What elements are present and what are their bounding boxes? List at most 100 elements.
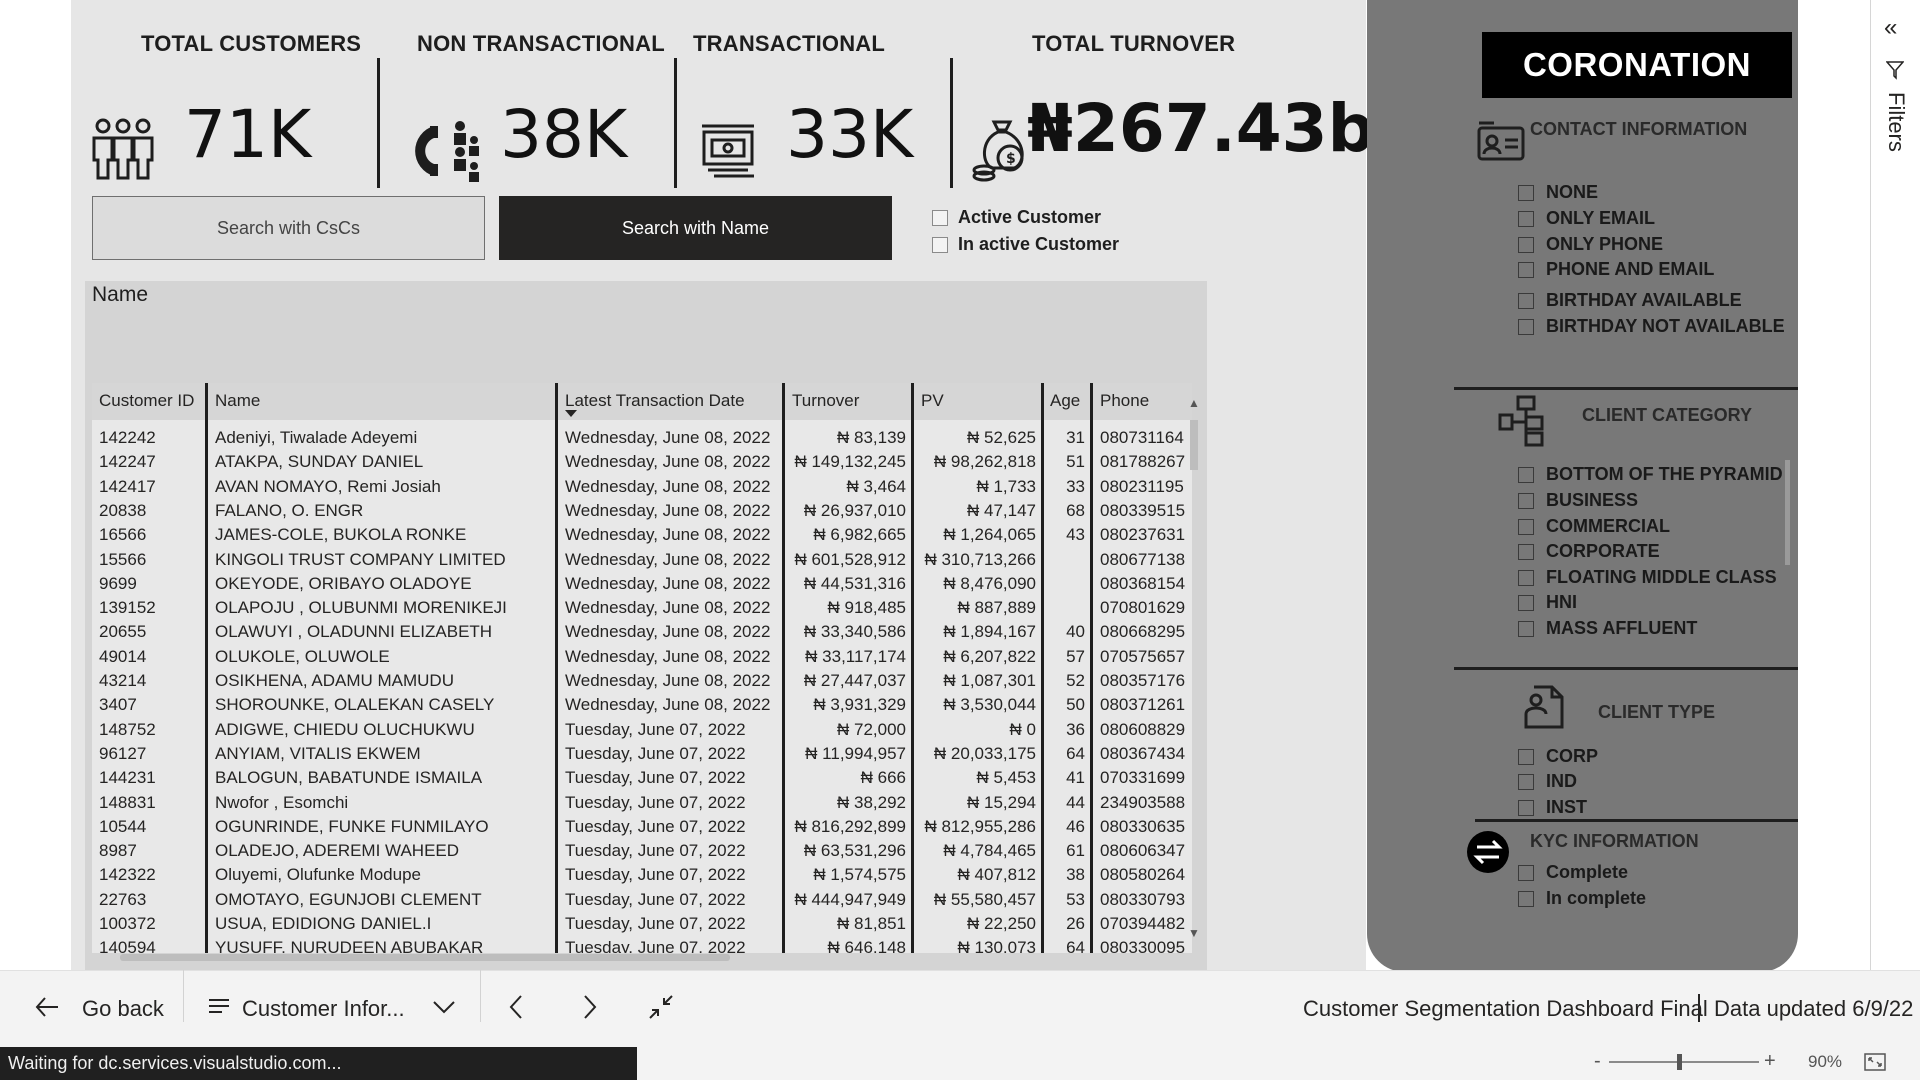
table-row[interactable]: 142247 ATAKPA, SUNDAY DANIEL Wednesday, Ju… [92,450,1192,474]
chevron-down-icon[interactable] [432,1000,456,1014]
zoom-slider-thumb[interactable] [1676,1054,1682,1070]
table-row[interactable]: 148831 Nwofor , Esomchi Tuesday, June 07, … [92,791,1192,815]
table-cell: 20838 [99,500,147,520]
zoom-in-button[interactable]: + [1764,1050,1776,1073]
expand-pane-icon[interactable]: « [1884,14,1897,42]
category-option-floating-middle-class[interactable]: FLOATING MIDDLE CLASS [1518,567,1777,588]
zoom-slider[interactable] [1609,1061,1759,1063]
client-document-icon [1524,685,1564,729]
kpi-divider [377,58,380,188]
active-customer-option[interactable]: Active Customer [932,207,1119,228]
horizontal-scroll-thumb[interactable] [120,954,730,961]
category-scrollbar[interactable] [1785,460,1790,565]
checkbox[interactable] [932,236,948,253]
kpi-non-transactional-value: 38K [500,96,628,173]
checkbox[interactable] [1518,210,1534,227]
table-row[interactable]: 15566 KINGOLI TRUST COMPANY LIMITED Wednes… [92,548,1192,572]
checkbox[interactable] [1518,864,1534,881]
category-option-corporate[interactable]: CORPORATE [1518,541,1660,562]
category-option-mass-affluent[interactable]: MASS AFFLUENT [1518,618,1697,639]
table-row[interactable]: 49014 OLUKOLE, OLUWOLE Wednesday, June 08,… [92,645,1192,669]
page-list-icon[interactable] [208,998,230,1016]
checkbox[interactable] [1518,773,1534,790]
zoom-out-button[interactable]: - [1594,1050,1601,1073]
scroll-up-icon[interactable]: ▲ [1188,396,1200,410]
filters-pane-label[interactable]: Filters [1883,92,1909,152]
table-row[interactable]: 20838 FALANO, O. ENGR Wednesday, June 08, … [92,499,1192,523]
table-row[interactable]: 100372 USUA, EDIDIONG DANIEL.I Tuesday, Ju… [92,912,1192,936]
kyc-option-in-complete[interactable]: In complete [1518,888,1646,909]
table-cell: AVAN NOMAYO, Remi Josiah [215,476,441,496]
table-row[interactable]: 3407 SHOROUNKE, OLALEKAN CASELY Wednesday,… [92,693,1192,717]
category-option-commercial[interactable]: COMMERCIAL [1518,516,1670,537]
table-row[interactable]: 96127 ANYIAM, VITALIS EKWEM Tuesday, June … [92,742,1192,766]
exit-fullscreen-icon[interactable] [648,994,674,1020]
next-page-icon[interactable] [582,994,598,1020]
category-option-hni[interactable]: HNI [1518,592,1577,613]
checkbox[interactable] [1518,492,1534,509]
checkbox[interactable] [1518,236,1534,253]
column-header-age[interactable]: Age [1050,391,1080,411]
inactive-customer-option[interactable]: In active Customer [932,234,1119,255]
checkbox[interactable] [1518,594,1534,611]
table-row[interactable]: 10544 OGUNRINDE, FUNKE FUNMILAYO Tuesday, … [92,815,1192,839]
column-header-name[interactable]: Name [215,391,260,411]
contact-option-only-email[interactable]: ONLY EMAIL [1518,208,1655,229]
previous-page-icon[interactable] [508,994,524,1020]
table-row[interactable]: 139152 OLAPOJU , OLUBUNMI MORENIKEJI Wedne… [92,596,1192,620]
table-row[interactable]: 142417 AVAN NOMAYO, Remi Josiah Wednesday,… [92,475,1192,499]
table-row[interactable]: 22763 OMOTAYO, EGUNJOBI CLEMENT Tuesday, J… [92,888,1192,912]
category-option-business[interactable]: BUSINESS [1518,490,1638,511]
contact-option-none[interactable]: NONE [1518,182,1598,203]
table-row[interactable]: 144231 BALOGUN, BABATUNDE ISMAILA Tuesday,… [92,766,1192,790]
table-cell: Tuesday, June 07, 2022 [565,841,746,861]
contact-option-birthday-not-available[interactable]: BIRTHDAY NOT AVAILABLE [1518,316,1785,337]
table-cell: 33 [1066,476,1085,496]
vertical-scroll-thumb[interactable] [1190,420,1198,470]
scroll-down-icon[interactable]: ▼ [1188,926,1200,940]
table-row[interactable]: 16566 JAMES-COLE, BUKOLA RONKE Wednesday, … [92,523,1192,547]
checkbox[interactable] [1518,890,1534,907]
checkbox[interactable] [1518,543,1534,560]
funnel-icon[interactable] [1886,60,1904,80]
checkbox[interactable] [1518,518,1534,535]
column-header-customer-id[interactable]: Customer ID [99,391,194,411]
table-cell: USUA, EDIDIONG DANIEL.I [215,914,432,933]
page-selector[interactable]: Customer Infor... [242,996,405,1022]
back-arrow-icon[interactable] [34,995,60,1019]
table-vertical-scrollbar[interactable] [1188,393,1198,938]
checkbox[interactable] [1518,569,1534,586]
table-row[interactable]: 148752 ADIGWE, CHIEDU OLUCHUKWU Tuesday, J… [92,718,1192,742]
contact-option-only-phone[interactable]: ONLY PHONE [1518,234,1663,255]
client-type-option-ind[interactable]: IND [1518,771,1577,792]
kyc-option-complete[interactable]: Complete [1518,862,1628,883]
fit-to-page-icon[interactable] [1864,1053,1886,1071]
table-row[interactable]: 142242 Adeniyi, Tiwalade Adeyemi Wednesday… [92,426,1192,450]
client-type-option-corp[interactable]: CORP [1518,746,1598,767]
category-option-bottom-of-the-pyramid[interactable]: BOTTOM OF THE PYRAMID [1518,464,1783,485]
checkbox[interactable] [1518,184,1534,201]
checkbox[interactable] [1518,261,1534,278]
checkbox[interactable] [1518,799,1534,816]
table-row[interactable]: 20655 OLAWUYI , OLADUNNI ELIZABETH Wednesd… [92,620,1192,644]
column-header-phone[interactable]: Phone [1100,391,1149,411]
search-cscs-button[interactable]: Search with CsCs [92,196,485,260]
checkbox[interactable] [1518,748,1534,765]
checkbox[interactable] [932,209,948,226]
column-header-turnover[interactable]: Turnover [792,391,859,411]
table-row[interactable]: 9699 OKEYODE, ORIBAYO OLADOYE Wednesday, J… [92,572,1192,596]
client-type-option-inst[interactable]: INST [1518,797,1587,818]
checkbox[interactable] [1518,292,1534,309]
search-name-button[interactable]: Search with Name [499,196,892,260]
table-row[interactable]: 8987 OLADEJO, ADEREMI WAHEED Tuesday, June… [92,839,1192,863]
table-row[interactable]: 142322 Oluyemi, Olufunke Modupe Tuesday, J… [92,863,1192,887]
go-back-button[interactable]: Go back [82,996,164,1022]
checkbox[interactable] [1518,466,1534,483]
contact-option-phone-and-email[interactable]: PHONE AND EMAIL [1518,259,1714,280]
checkbox[interactable] [1518,318,1534,335]
checkbox[interactable] [1518,620,1534,637]
contact-option-birthday-available[interactable]: BIRTHDAY AVAILABLE [1518,290,1742,311]
column-header-pv[interactable]: PV [921,391,944,411]
column-header-latest-transaction-date[interactable]: Latest Transaction Date [565,391,745,411]
table-row[interactable]: 43214 OSIKHENA, ADAMU MAMUDU Wednesday, Ju… [92,669,1192,693]
